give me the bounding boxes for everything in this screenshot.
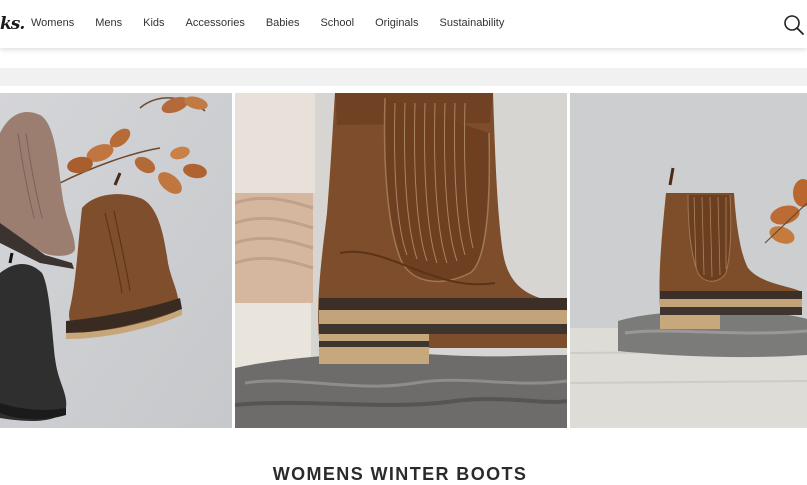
site-header: ks. Womens Mens Kids Accessories Babies … (0, 0, 807, 48)
nav-item-school[interactable]: School (320, 17, 354, 29)
boots-flatlay-image[interactable] (0, 93, 232, 428)
boot-closeup-image[interactable] (235, 93, 567, 428)
header-spacer (0, 48, 807, 62)
promo-bar (0, 68, 807, 86)
nav-item-originals[interactable]: Originals (375, 17, 418, 29)
page-title: WOMENS WINTER BOOTS (272, 463, 528, 484)
nav-item-sustainability[interactable]: Sustainability (440, 17, 505, 29)
nav-item-kids[interactable]: Kids (143, 17, 164, 29)
nav-item-babies[interactable]: Babies (266, 17, 300, 29)
brand-logo[interactable]: ks. (0, 14, 25, 34)
watermark-logo: a (781, 429, 801, 467)
boot-on-rock-image[interactable] (570, 93, 807, 428)
main-nav: Womens Mens Kids Accessories Babies Scho… (31, 17, 525, 29)
search-icon[interactable] (783, 14, 805, 36)
nav-item-mens[interactable]: Mens (95, 17, 122, 29)
nav-item-womens[interactable]: Womens (31, 17, 74, 29)
nav-item-accessories[interactable]: Accessories (186, 17, 245, 29)
